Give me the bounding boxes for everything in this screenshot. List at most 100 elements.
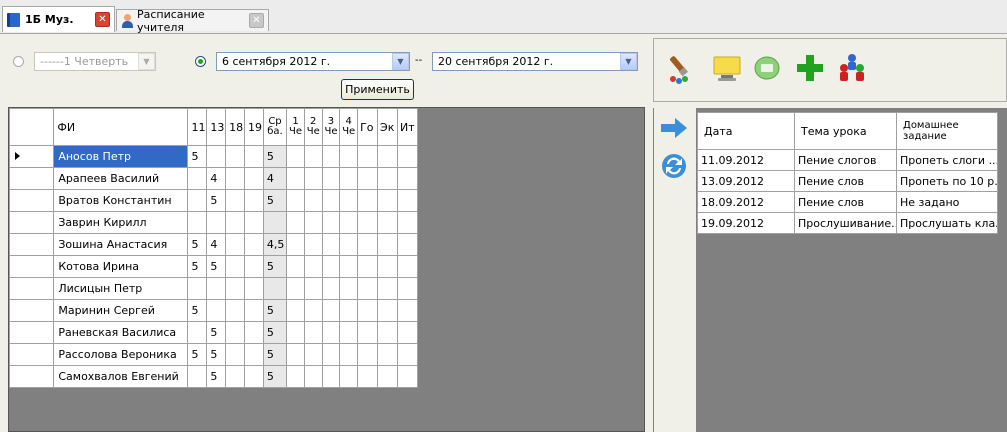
grade-cell[interactable] [244,277,264,300]
lesson-homework-cell[interactable]: Не задано [896,191,998,213]
row-selector[interactable] [8,167,55,190]
grade-cell[interactable] [225,211,246,234]
grade-cell[interactable]: 4 [206,233,227,256]
grade-cell[interactable] [286,145,305,168]
grade-cell[interactable] [225,167,246,190]
table-row[interactable]: Арапеев Василий 4 4 [8,167,419,190]
grade-cell[interactable] [321,211,341,234]
grade-cell[interactable] [286,189,305,212]
student-name-cell[interactable]: Рассолова Вероника [53,343,189,366]
grade-cell[interactable] [286,211,305,234]
grade-cell[interactable] [357,255,379,278]
grade-cell[interactable] [244,233,264,256]
grade-cell[interactable] [303,145,323,168]
column-header-day[interactable]: 13 [206,108,227,146]
grade-cell[interactable] [339,211,359,234]
monitor-note-icon[interactable] [712,55,742,83]
grade-cell[interactable] [377,167,398,190]
grade-cell[interactable] [303,167,323,190]
grade-cell[interactable]: 5 [187,299,208,322]
grade-cell[interactable] [321,277,341,300]
grade-cell[interactable] [286,365,305,388]
grade-cell[interactable] [303,255,323,278]
close-icon[interactable]: ✕ [95,12,110,27]
grade-cell[interactable] [321,233,341,256]
lesson-date-cell[interactable]: 18.09.2012 [697,191,795,213]
grade-cell[interactable] [225,145,246,168]
average-cell[interactable]: 4,5 [262,233,288,256]
grade-cell[interactable] [377,343,398,366]
lesson-date-cell[interactable]: 11.09.2012 [697,149,795,171]
column-header-day[interactable]: 19 [244,108,264,146]
column-header-final[interactable]: Ит [396,108,419,146]
grade-cell[interactable] [396,277,419,300]
grade-cell[interactable] [396,211,419,234]
grade-cell[interactable] [377,189,398,212]
grade-cell[interactable]: 5 [187,145,208,168]
grade-cell[interactable] [357,277,379,300]
grade-cell[interactable] [303,189,323,212]
grade-cell[interactable] [321,255,341,278]
grade-cell[interactable] [187,321,208,344]
grade-cell[interactable] [357,167,379,190]
lesson-homework-cell[interactable]: Пропеть по 10 р... [896,170,998,192]
grade-cell[interactable] [339,321,359,344]
period-radio[interactable] [195,56,206,67]
close-icon[interactable]: ✕ [249,13,264,28]
grade-cell[interactable] [244,167,264,190]
student-name-cell[interactable]: Зошина Анастасия [53,233,189,256]
table-row[interactable]: 11.09.2012 Пение слогов Пропеть слоги ... [697,149,998,171]
grade-cell[interactable] [286,277,305,300]
column-header-day[interactable]: 11 [187,108,208,146]
grade-cell[interactable] [225,255,246,278]
average-cell[interactable]: 5 [262,255,288,278]
row-selector[interactable] [8,189,55,212]
grade-cell[interactable] [303,211,323,234]
grade-cell[interactable] [225,343,246,366]
people-group-icon[interactable] [836,52,868,84]
grade-cell[interactable] [206,299,227,322]
grade-cell[interactable] [303,343,323,366]
grade-cell[interactable] [339,189,359,212]
table-row[interactable]: Аносов Петр 5 5 [8,145,419,168]
grade-cell[interactable] [396,145,419,168]
table-row[interactable]: Самохвалов Евгений 5 5 [8,365,419,388]
grade-cell[interactable] [225,299,246,322]
grade-cell[interactable] [303,321,323,344]
table-row[interactable]: Лисицын Петр [8,277,419,300]
average-cell[interactable]: 5 [262,365,288,388]
grade-cell[interactable] [244,343,264,366]
student-name-cell[interactable]: Заврин Кирилл [53,211,189,234]
grade-cell[interactable] [303,233,323,256]
grade-cell[interactable] [396,343,419,366]
grade-cell[interactable] [187,365,208,388]
grade-cell[interactable] [244,365,264,388]
grade-cell[interactable] [357,299,379,322]
grade-cell[interactable] [321,189,341,212]
row-selector[interactable] [8,321,55,344]
grade-cell[interactable] [303,277,323,300]
grade-cell[interactable]: 5 [206,321,227,344]
student-name-cell[interactable]: Вратов Константин [53,189,189,212]
table-row[interactable]: Котова Ирина 5 5 5 [8,255,419,278]
grade-cell[interactable] [206,277,227,300]
grade-cell[interactable] [244,299,264,322]
grade-cell[interactable] [321,321,341,344]
date-to-select[interactable]: 20 сентября 2012 г. ▼ [432,52,638,71]
quarter-radio[interactable] [13,56,24,67]
chevron-down-icon[interactable]: ▼ [620,53,637,70]
grade-cell[interactable] [303,365,323,388]
grade-cell[interactable] [396,233,419,256]
grade-cell[interactable] [357,189,379,212]
grade-cell[interactable] [339,255,359,278]
grade-cell[interactable] [244,211,264,234]
grade-cell[interactable] [286,255,305,278]
grade-cell[interactable] [377,145,398,168]
column-header-date[interactable]: Дата [697,112,795,150]
lesson-homework-cell[interactable]: Прослушать кла... [896,212,998,234]
student-name-cell[interactable]: Маринин Сергей [53,299,189,322]
grade-cell[interactable] [357,211,379,234]
grade-cell[interactable] [339,299,359,322]
grade-cell[interactable] [225,189,246,212]
grade-cell[interactable] [286,167,305,190]
